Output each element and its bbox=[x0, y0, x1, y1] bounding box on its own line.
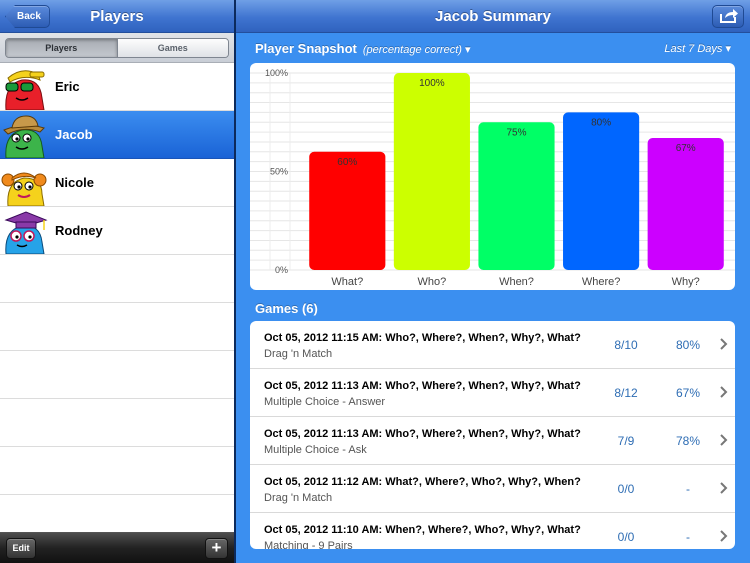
players-title: Players bbox=[90, 8, 144, 25]
game-row[interactable]: Oct 05, 2012 11:10 AM: When?, Where?, Wh… bbox=[250, 513, 735, 549]
game-title: Oct 05, 2012 11:15 AM: Who?, Where?, Whe… bbox=[264, 332, 581, 344]
x-category-label: Why? bbox=[672, 276, 700, 288]
chevron-right-icon bbox=[720, 482, 728, 494]
game-percent: 67% bbox=[675, 386, 701, 400]
y-tick-label: 50% bbox=[270, 167, 288, 177]
player-name: Jacob bbox=[55, 127, 93, 142]
players-toolbar: Edit + bbox=[0, 532, 234, 563]
bar-value-label: 100% bbox=[419, 78, 445, 89]
snapshot-title: Player Snapshot bbox=[255, 41, 357, 56]
game-score: 7/9 bbox=[617, 434, 635, 448]
game-score: 8/12 bbox=[614, 386, 638, 400]
game-title: Oct 05, 2012 11:12 AM: What?, Where?, Wh… bbox=[264, 476, 581, 488]
game-percent: 80% bbox=[675, 338, 701, 352]
x-category-label: Where? bbox=[582, 276, 621, 288]
monster-hat-icon bbox=[3, 115, 45, 158]
x-category-label: What? bbox=[331, 276, 363, 288]
monster-cap-sunglasses-icon bbox=[5, 70, 45, 110]
game-mode: Multiple Choice - Answer bbox=[264, 396, 386, 408]
players-games-segmented-control: Players Games bbox=[5, 38, 229, 58]
game-percent: - bbox=[686, 482, 690, 496]
player-name: Eric bbox=[55, 79, 80, 94]
game-score: 8/10 bbox=[614, 338, 638, 352]
x-category-label: When? bbox=[499, 276, 534, 288]
games-header: Games (6) bbox=[255, 301, 318, 316]
game-mode: Drag 'n Match bbox=[264, 348, 333, 360]
y-tick-label: 100% bbox=[265, 68, 288, 78]
chevron-right-icon bbox=[720, 386, 728, 398]
game-mode: Drag 'n Match bbox=[264, 492, 333, 504]
bar-chart: 0% 50% 100% 60% What? 100% Who? 75% When? 80% Wher… bbox=[250, 68, 735, 288]
date-range-dropdown[interactable]: Last 7 Days ▾ bbox=[664, 42, 731, 55]
segment-bar: Players Games bbox=[0, 33, 234, 63]
chevron-right-icon bbox=[720, 434, 728, 446]
monster-pigtails-icon bbox=[1, 172, 47, 206]
snapshot-metric-dropdown[interactable]: (percentage correct) ▾ bbox=[363, 44, 471, 56]
player-row-eric[interactable]: Eric bbox=[0, 63, 234, 111]
bar-value-label: 60% bbox=[337, 157, 357, 168]
game-percent: - bbox=[686, 530, 690, 544]
bar bbox=[647, 138, 724, 270]
x-category-label: Who? bbox=[418, 276, 447, 288]
game-mode: Matching - 9 Pairs bbox=[264, 540, 353, 549]
game-row[interactable]: Oct 05, 2012 11:15 AM: Who?, Where?, Whe… bbox=[250, 321, 735, 369]
player-list: Eric Jacob Nicole Rodney bbox=[0, 63, 234, 532]
players-pane: Back Players Players Games Eric Jacob Ni… bbox=[0, 0, 234, 563]
bar bbox=[309, 151, 386, 270]
game-percent: 78% bbox=[675, 434, 701, 448]
game-row[interactable]: Oct 05, 2012 11:13 AM: Who?, Where?, Whe… bbox=[250, 417, 735, 465]
chevron-right-icon bbox=[720, 530, 728, 542]
bar bbox=[478, 122, 555, 270]
share-icon bbox=[720, 9, 738, 23]
player-name: Rodney bbox=[55, 223, 103, 238]
share-button[interactable] bbox=[712, 5, 744, 28]
bar-value-label: 67% bbox=[676, 143, 696, 154]
segment-games[interactable]: Games bbox=[116, 39, 228, 57]
y-tick-label: 0% bbox=[275, 265, 288, 275]
player-name: Nicole bbox=[55, 175, 95, 190]
game-title: Oct 05, 2012 11:13 AM: Who?, Where?, Whe… bbox=[264, 380, 581, 392]
game-mode: Multiple Choice - Ask bbox=[264, 444, 367, 456]
summary-navbar: Jacob Summary bbox=[236, 0, 750, 33]
add-player-button[interactable]: + bbox=[205, 538, 228, 559]
edit-button[interactable]: Edit bbox=[6, 538, 36, 559]
game-row[interactable]: Oct 05, 2012 11:13 AM: Who?, Where?, Whe… bbox=[250, 369, 735, 417]
summary-pane: Jacob Summary Player Snapshot (percentage… bbox=[236, 0, 750, 563]
segment-players[interactable]: Players bbox=[6, 39, 117, 57]
monster-graduate-icon bbox=[4, 211, 48, 254]
game-title: Oct 05, 2012 11:13 AM: Who?, Where?, Whe… bbox=[264, 428, 581, 440]
bar bbox=[563, 112, 640, 271]
snapshot-header: Player Snapshot (percentage correct) ▾ La… bbox=[255, 41, 731, 56]
bar-value-label: 80% bbox=[591, 117, 611, 128]
player-row-rodney[interactable]: Rodney bbox=[0, 207, 234, 255]
game-score: 0/0 bbox=[617, 530, 635, 544]
game-row[interactable]: Oct 05, 2012 11:12 AM: What?, Where?, Wh… bbox=[250, 465, 735, 513]
chevron-right-icon bbox=[720, 338, 728, 350]
bar-value-label: 75% bbox=[506, 127, 526, 138]
player-row-jacob[interactable]: Jacob bbox=[0, 111, 234, 159]
summary-title: Jacob Summary bbox=[435, 8, 551, 25]
players-navbar: Back Players bbox=[0, 0, 234, 33]
game-title: Oct 05, 2012 11:10 AM: When?, Where?, Wh… bbox=[264, 524, 581, 536]
games-list: Oct 05, 2012 11:15 AM: Who?, Where?, Whe… bbox=[250, 321, 735, 549]
player-row-nicole[interactable]: Nicole bbox=[0, 159, 234, 207]
snapshot-chart: 0% 50% 100% 60% What? 100% Who? 75% When? 80% Wher… bbox=[250, 63, 735, 290]
game-score: 0/0 bbox=[617, 482, 635, 496]
bar bbox=[393, 73, 470, 270]
